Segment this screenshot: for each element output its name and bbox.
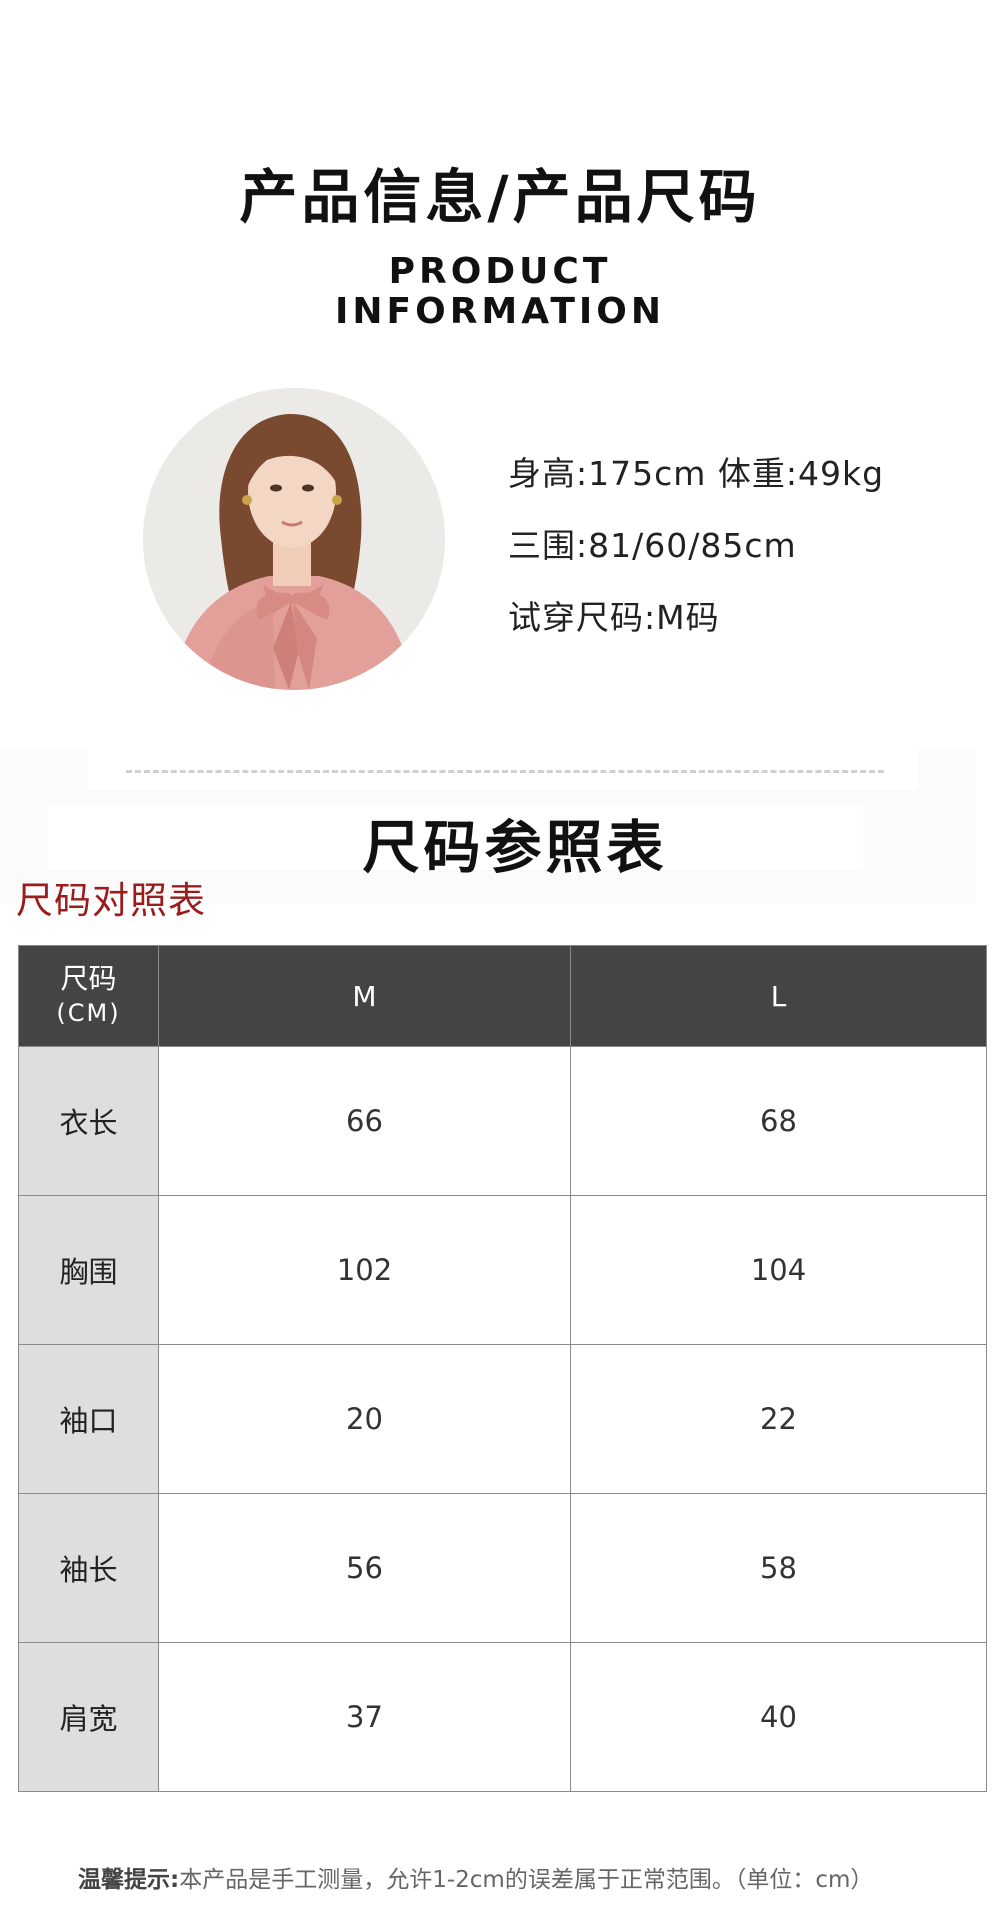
row-label: 肩宽 xyxy=(18,1642,159,1792)
table-cell: 37 xyxy=(158,1642,571,1792)
table-cell: 40 xyxy=(570,1642,987,1792)
table-row: 袖口 20 22 xyxy=(18,1344,987,1494)
table-row: 袖长 56 58 xyxy=(18,1493,987,1643)
row-label: 袖口 xyxy=(18,1344,159,1494)
page-subtitle: PRODUCT INFORMATION xyxy=(0,252,1000,332)
table-cell: 56 xyxy=(158,1493,571,1643)
table-cell: 20 xyxy=(158,1344,571,1494)
measurement-note: 温馨提示:本产品是手工测量，允许1-2cm的误差属于正常范围。（单位：cm） xyxy=(78,1860,873,1894)
row-label: 袖长 xyxy=(18,1493,159,1643)
table-row: 衣长 66 68 xyxy=(18,1046,987,1196)
table-cell: 68 xyxy=(570,1046,987,1196)
header-unit-label: (CM) xyxy=(56,999,121,1027)
model-height-weight: 身高:175cm 体重:49kg xyxy=(508,454,885,493)
header-size-l: L xyxy=(570,945,987,1047)
table-cell: 58 xyxy=(570,1493,987,1643)
dashed-divider xyxy=(126,770,884,773)
note-text: 本产品是手工测量，允许1-2cm的误差属于正常范围。（单位：cm） xyxy=(179,1867,874,1893)
table-cell: 104 xyxy=(570,1195,987,1345)
size-chart-title: 尺码参照表 xyxy=(362,815,668,881)
header-size-cell: 尺码 (CM) xyxy=(18,945,159,1047)
size-table: 尺码 (CM) M L 衣长 66 68 胸围 102 104 袖口 20 22… xyxy=(18,945,987,1792)
table-header-row: 尺码 (CM) M L xyxy=(18,945,987,1047)
header-size-m: M xyxy=(158,945,571,1047)
header-size-label: 尺码 xyxy=(60,962,117,995)
size-chart-caption: 尺码对照表 xyxy=(16,879,206,922)
subtitle-line-1: PRODUCT xyxy=(388,251,612,292)
table-cell: 22 xyxy=(570,1344,987,1494)
note-prefix: 温馨提示: xyxy=(78,1867,180,1893)
model-specs: 身高:175cm 体重:49kg 三围:81/60/85cm 试穿尺码:M码 xyxy=(508,438,884,654)
section-background-inner xyxy=(88,748,918,790)
table-row: 胸围 102 104 xyxy=(18,1195,987,1345)
row-label: 胸围 xyxy=(18,1195,159,1345)
table-row: 肩宽 37 40 xyxy=(18,1642,987,1792)
subtitle-line-2: INFORMATION xyxy=(334,291,665,332)
model-tried-size: 试穿尺码:M码 xyxy=(508,598,720,637)
page-header: 产品信息/产品尺码 PRODUCT INFORMATION xyxy=(0,158,1000,332)
table-cell: 102 xyxy=(158,1195,571,1345)
page-title: 产品信息/产品尺码 xyxy=(239,163,761,231)
model-measurements: 三围:81/60/85cm xyxy=(508,526,797,565)
row-label: 衣长 xyxy=(18,1046,159,1196)
model-photo-illustration xyxy=(143,388,445,690)
table-cell: 66 xyxy=(158,1046,571,1196)
model-portrait xyxy=(143,388,445,690)
